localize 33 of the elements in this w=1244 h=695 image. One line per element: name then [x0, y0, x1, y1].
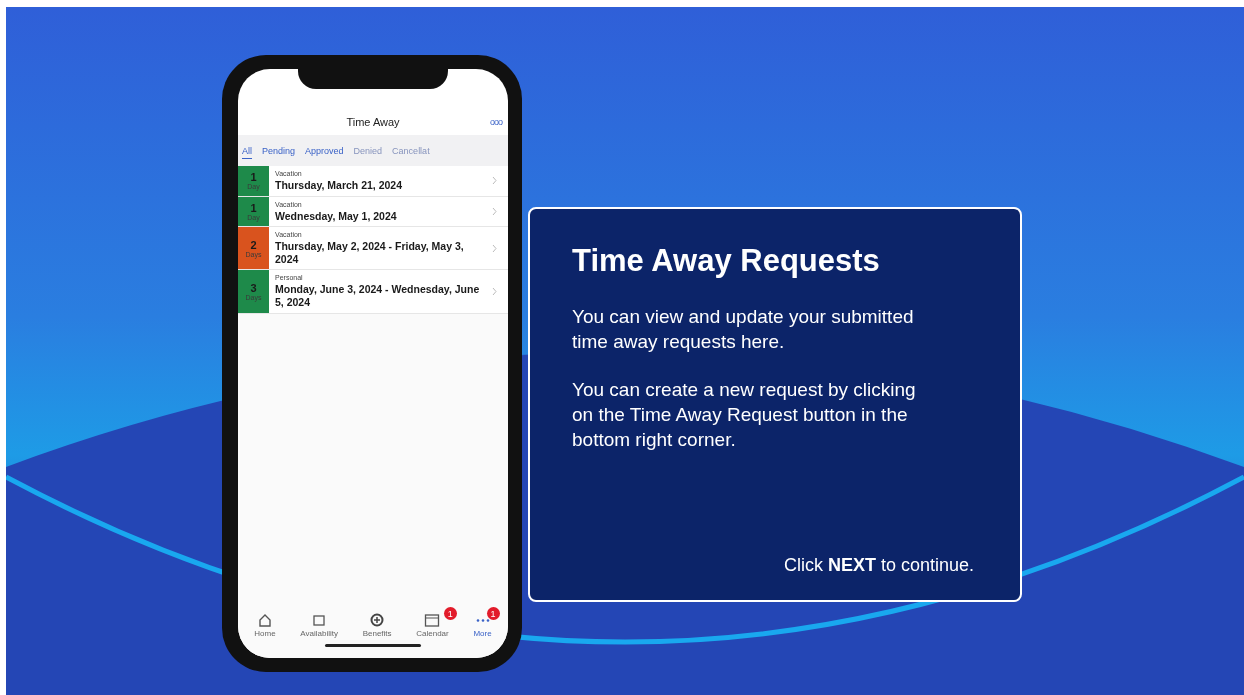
calendar-icon — [424, 613, 441, 627]
home-icon — [258, 613, 272, 627]
card-title: Time Away Requests — [572, 243, 881, 279]
continue-hint: Click NEXT to continue. — [782, 555, 974, 576]
nav-tab[interactable]: Home — [246, 607, 284, 638]
duration-count: 3 — [250, 281, 257, 294]
filter-tab[interactable]: All — [242, 141, 262, 160]
more-icon — [475, 619, 490, 622]
card-paragraph: You can create a new request by clicking on the Time Away Request button in the bottom right corner. — [572, 378, 917, 452]
chevron-right-icon — [492, 286, 497, 296]
nav-tab[interactable]: Benefits — [354, 607, 400, 638]
chevron-right-icon — [492, 243, 497, 253]
calendar-clock-icon — [312, 613, 327, 627]
more-menu[interactable]: ooo — [489, 117, 502, 127]
duration-count: 1 — [250, 171, 257, 184]
screen-title: Time Away — [346, 116, 400, 128]
plus-circle-icon — [370, 613, 385, 627]
notification-badge: 1 — [486, 607, 500, 620]
chevron-right-icon — [492, 206, 497, 216]
chevron-right-icon — [492, 176, 497, 186]
request-dates: Thursday, May 2, 2024 - Friday, May 3, 2024 — [275, 240, 465, 266]
nav-tab[interactable]: Availability — [292, 607, 346, 638]
notification-badge: 1 — [443, 607, 457, 620]
filter-tab[interactable]: Approved — [305, 141, 354, 160]
request-dates: Thursday, March 21, 2024 — [275, 179, 404, 192]
duration-count: 2 — [250, 238, 257, 251]
request-dates: Wednesday, May 1, 2024 — [275, 209, 398, 223]
nav-tab[interactable]: 1 More — [465, 607, 500, 638]
request-dates: Monday, June 3, 2024 - Wednesday, June 5, 2024 — [275, 283, 481, 309]
duration-count: 1 — [250, 201, 257, 214]
nav-tab[interactable]: 1 Calendar — [408, 607, 457, 638]
card-paragraph: You can view and update your submitted time away requests here. — [572, 305, 915, 354]
filter-tab[interactable]: Pending — [262, 141, 306, 160]
